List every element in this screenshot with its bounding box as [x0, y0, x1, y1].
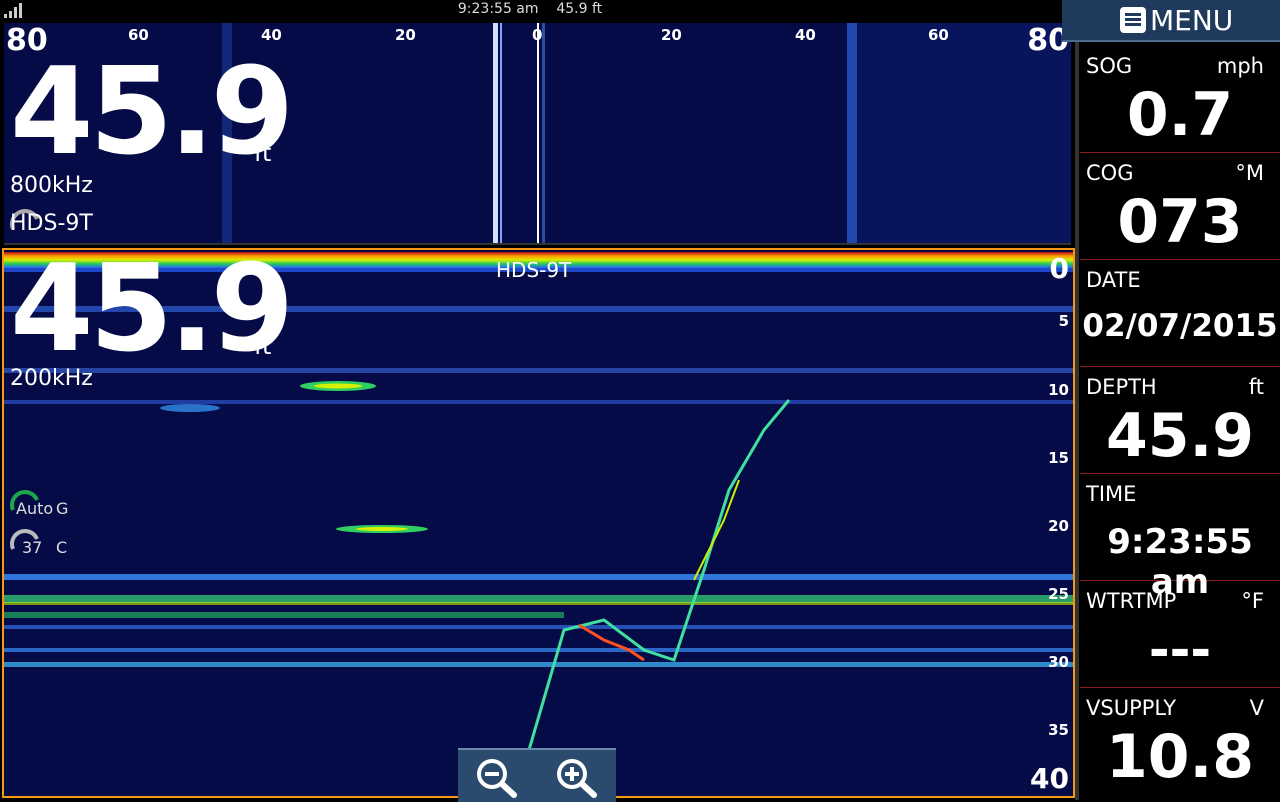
gain-label: G — [56, 499, 69, 518]
depth-tick: 15 — [1048, 449, 1069, 467]
sonar-depth-value: 45.9 — [10, 248, 294, 379]
data-cell-value: 073 — [1117, 187, 1243, 257]
data-cell-name: COG — [1086, 161, 1134, 185]
status-depth: 45.9 ft — [556, 1, 603, 17]
data-cell-value: 0.7 — [1126, 80, 1234, 150]
data-cell-depth[interactable]: DEPTH ft 45.9 — [1080, 367, 1280, 474]
data-cell-unit: °M — [1235, 161, 1264, 185]
sidescan-tick: 40 — [261, 26, 282, 44]
data-cell-wtrtmp[interactable]: WTRTMP °F --- — [1080, 581, 1280, 688]
sidescan-tick: 20 — [661, 26, 682, 44]
depth-tick: 30 — [1048, 653, 1069, 671]
zoom-controls — [458, 748, 616, 802]
sonar-depth-unit: ft — [254, 332, 272, 360]
sidescan-tick: 60 — [128, 26, 149, 44]
menu-icon — [1120, 7, 1146, 33]
menu-button[interactable]: MENU — [1062, 0, 1280, 42]
data-cell-name: WTRTMP — [1086, 589, 1177, 613]
sidescan-panel[interactable]: 80 80 60 40 20 0 20 40 60 45.9 ft 800kHz… — [4, 23, 1071, 245]
zoom-in-icon[interactable] — [552, 754, 600, 798]
depth-tick: 5 — [1058, 312, 1069, 330]
sonar-panel[interactable]: HDS-9T 45.9 ft 200kHz 0 5 10 15 20 25 30… — [2, 248, 1075, 798]
sidescan-depth-unit: ft — [254, 139, 272, 167]
zoom-out-icon[interactable] — [472, 754, 520, 798]
data-cell-unit: mph — [1216, 54, 1264, 78]
data-cell-vsupply[interactable]: VSUPPLY V 10.8 — [1080, 688, 1280, 794]
data-cell-value: 02/07/2015 — [1082, 308, 1278, 344]
menu-label: MENU — [1150, 4, 1234, 37]
sidescan-tick: 60 — [928, 26, 949, 44]
data-cell-unit: °F — [1241, 589, 1264, 613]
data-cell-date[interactable]: DATE 02/07/2015 — [1080, 260, 1280, 367]
sidescan-tick: 20 — [395, 26, 416, 44]
data-cell-unit: ft — [1248, 375, 1264, 399]
sonar-source-label: HDS-9T — [496, 258, 572, 282]
data-cell-time[interactable]: TIME 9:23:55 am — [1080, 474, 1280, 602]
data-cell-value: 10.8 — [1105, 722, 1255, 792]
data-cell-sog[interactable]: SOG mph 0.7 — [1080, 46, 1280, 153]
data-cell-name: DEPTH — [1086, 375, 1157, 399]
sidescan-depth-value: 45.9 — [10, 43, 294, 182]
data-cell-name: SOG — [1086, 54, 1133, 78]
data-cell-name: TIME — [1086, 482, 1137, 506]
sidescan-frequency: 800kHz — [10, 173, 93, 198]
data-cell-unit: V — [1249, 696, 1264, 720]
contrast-value: 37 — [22, 538, 43, 557]
depth-tick: 35 — [1048, 721, 1069, 739]
data-cell-name: DATE — [1086, 268, 1141, 292]
gain-mode: Auto — [16, 499, 54, 518]
depth-tick: 10 — [1048, 381, 1069, 399]
data-cell-value: --- — [1148, 621, 1212, 679]
depth-tick: 0 — [1049, 252, 1069, 285]
status-time: 9:23:55 am — [457, 1, 539, 17]
sidescan-tick: 0 — [532, 26, 543, 44]
sonar-frequency: 200kHz — [10, 366, 93, 391]
depth-tick: 20 — [1048, 517, 1069, 535]
contrast-label: C — [56, 538, 68, 557]
depth-tick: 40 — [1030, 762, 1069, 795]
data-cell-value: 45.9 — [1105, 401, 1255, 471]
sidescan-source-label: HDS-9T — [10, 211, 93, 236]
status-readout: 9:23:55 am 45.9 ft — [0, 1, 1060, 17]
data-cell-name: VSUPPLY — [1086, 696, 1177, 720]
sidescan-tick: 40 — [795, 26, 816, 44]
depth-tick: 25 — [1048, 585, 1069, 603]
data-cell-cog[interactable]: COG °M 073 — [1080, 153, 1280, 260]
status-bar: 9:23:55 am 45.9 ft — [0, 0, 1060, 20]
